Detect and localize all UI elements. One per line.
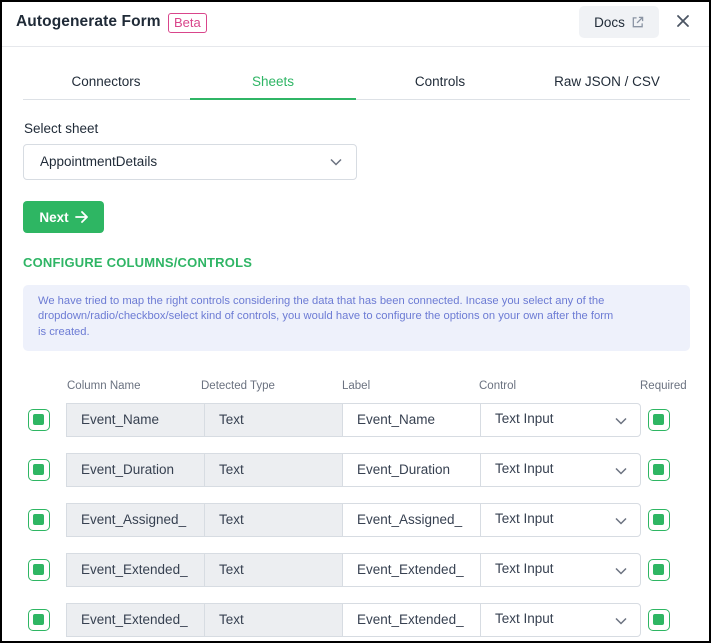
row-select-checkbox[interactable] [28,609,50,631]
table-row: Event_Duration Text Event_Duration Text … [2,453,709,487]
row-select-checkbox[interactable] [28,509,50,531]
chevron-down-icon [615,417,627,425]
header-required: Required [640,380,687,392]
column-name-cell: Event_Name [66,403,205,437]
tab-sheets[interactable]: Sheets [190,64,356,100]
required-checkbox[interactable] [648,559,670,581]
label-input[interactable]: Event_Duration [342,453,481,487]
external-link-icon [632,16,644,27]
chevron-down-icon [615,517,627,525]
detected-type-cell: Text [204,603,343,637]
info-text-line: dropdown/radio/checkbox/select kind of c… [38,310,614,323]
detected-type-cell: Text [204,403,343,437]
control-select[interactable]: Text Input [480,503,641,537]
required-checkbox[interactable] [648,609,670,631]
required-checkbox[interactable] [648,509,670,531]
sheet-select[interactable]: AppointmentDetails [23,144,357,180]
control-select-value: Text Input [495,561,554,576]
label-input[interactable]: Event_Assigned_ [342,503,481,537]
table-row: Event_Extended_ Text Event_Extended_ Tex… [2,553,709,587]
control-select[interactable]: Text Input [480,403,641,437]
control-select[interactable]: Text Input [480,553,641,587]
docs-label: Docs [594,14,625,30]
tab-controls[interactable]: Controls [357,64,523,100]
modal-title: Autogenerate Form [16,13,161,30]
label-input[interactable]: Event_Name [342,403,481,437]
table-row: Event_Name Text Event_Name Text Input [2,403,709,437]
next-button-label: Next [39,209,69,225]
header-column-name: Column Name [67,380,141,392]
sheet-select-value: AppointmentDetails [40,154,158,169]
chevron-down-icon [615,567,627,575]
column-name-cell: Event_Assigned_ [66,503,205,537]
table-row: Event_Assigned_ Text Event_Assigned_ Tex… [2,503,709,537]
info-text-line: is created. [38,325,90,338]
label-input[interactable]: Event_Extended_ [342,553,481,587]
autogenerate-form-modal: Autogenerate Form Beta Docs Connectors S… [0,0,711,643]
control-select-value: Text Input [495,461,554,476]
chevron-down-icon [615,467,627,475]
modal-header: Autogenerate Form Beta Docs [2,2,709,47]
configure-columns-title: CONFIGURE COLUMNS/CONTROLS [23,255,253,270]
close-icon[interactable] [675,13,691,29]
column-name-cell: Event_Duration [66,453,205,487]
select-sheet-label: Select sheet [24,121,99,136]
control-select-value: Text Input [495,611,554,626]
row-select-checkbox[interactable] [28,409,50,431]
info-banner: We have tried to map the right controls … [23,285,690,351]
control-select[interactable]: Text Input [480,453,641,487]
detected-type-cell: Text [204,503,343,537]
arrow-right-icon [74,211,88,223]
next-button[interactable]: Next [23,201,104,233]
control-select[interactable]: Text Input [480,603,641,637]
control-select-value: Text Input [495,511,554,526]
detected-type-cell: Text [204,553,343,587]
table-row: Event_Extended_ Text Event_Extended_ Tex… [2,603,709,637]
control-select-value: Text Input [495,411,554,426]
row-select-checkbox[interactable] [28,559,50,581]
chevron-down-icon [615,617,627,625]
label-input[interactable]: Event_Extended_ [342,603,481,637]
tab-raw-json-csv[interactable]: Raw JSON / CSV [524,64,690,100]
column-name-cell: Event_Extended_ [66,603,205,637]
header-detected-type: Detected Type [201,380,275,392]
required-checkbox[interactable] [648,459,670,481]
detected-type-cell: Text [204,453,343,487]
info-text-line: We have tried to map the right controls … [38,295,605,307]
column-name-cell: Event_Extended_ [66,553,205,587]
header-label: Label [342,380,371,392]
beta-badge: Beta [168,13,207,33]
tab-bar: Connectors Sheets Controls Raw JSON / CS… [23,64,690,100]
row-select-checkbox[interactable] [28,459,50,481]
header-control: Control [479,380,517,392]
required-checkbox[interactable] [648,409,670,431]
chevron-down-icon [330,158,342,166]
docs-button[interactable]: Docs [579,6,659,38]
tab-connectors[interactable]: Connectors [23,64,189,100]
